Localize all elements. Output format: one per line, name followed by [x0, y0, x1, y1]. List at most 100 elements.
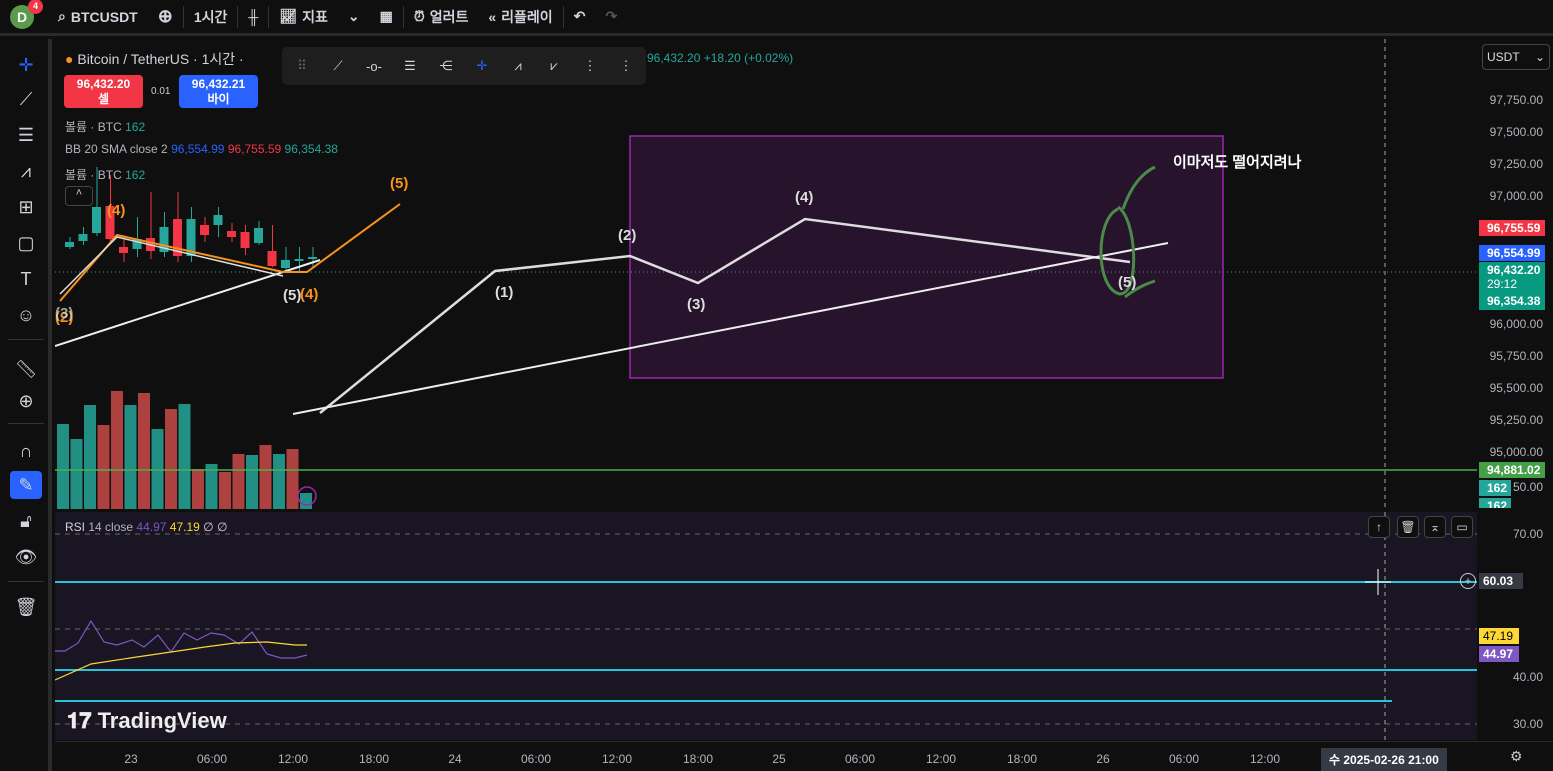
pattern-icon: ⋮ — [583, 58, 597, 73]
drawing-toolbar: ✛ ⟋ ☰ ⩘ ⊞ ▢ T ☺ 📏︎ ⊕ ∩ ✎ 🔓︎ 👁︎ 🗑︎ — [0, 39, 52, 771]
volume-bar — [246, 455, 258, 509]
price-tick: 50.00 — [1512, 480, 1543, 494]
text-tool[interactable]: T — [10, 265, 42, 293]
shapes-tool[interactable]: ▢ — [10, 229, 42, 257]
bb-lower: 96,354.38 — [284, 142, 338, 156]
time-tick: 26 — [1096, 752, 1110, 766]
zoom-tool[interactable]: ⊕ — [10, 387, 42, 415]
time-tick: 18:00 — [358, 752, 390, 766]
float-hline[interactable]: -o- — [362, 53, 386, 79]
sell-button[interactable]: 96,432.20 셀 — [64, 75, 143, 108]
rsi-params: 14 close — [88, 520, 134, 534]
redo-button[interactable]: ↷ — [595, 0, 627, 35]
chart-type-button[interactable]: ╫ — [238, 0, 268, 35]
symbol-search-button[interactable]: ⌕ BTCUSDT — [48, 0, 148, 35]
bitcoin-icon: ● — [65, 51, 74, 67]
candle — [78, 234, 88, 241]
price-axis[interactable]: USDT ⌄ 97,750.00 97,500.00 97,250.00 97,000.… — [1477, 39, 1553, 741]
collapse-legend-button[interactable]: ˄ — [65, 186, 93, 206]
redo-icon: ↷ — [605, 8, 618, 24]
buy-button[interactable]: 96,432.21 바이 — [179, 75, 258, 108]
time-tick: 06:00 — [520, 752, 552, 766]
float-pattern-1[interactable]: ⋮ — [578, 53, 602, 79]
orange-wave-label-5: (5) — [390, 175, 409, 192]
grip-icon: ⠿ — [297, 58, 307, 73]
interval-button[interactable]: 1시간 — [184, 0, 238, 35]
float-elliott-correction[interactable]: ⩗ — [542, 53, 566, 79]
avatar-letter: D — [16, 8, 28, 25]
rsi-pane[interactable]: RSI 14 close 44.97 47.19 ∅ ∅ ↑ 🗑︎ ⌅ ▭ + … — [55, 512, 1477, 740]
trash-icon: 🗑︎ — [1400, 520, 1416, 534]
delete-pane-button[interactable]: 🗑︎ — [1397, 516, 1419, 538]
volume-legend[interactable]: 볼륨 · BTC 162 — [65, 118, 145, 135]
indicators-dropdown[interactable]: ⌄ — [338, 0, 370, 35]
replay-button[interactable]: «리플레이 — [478, 0, 562, 35]
fib-icon: ☰ — [17, 124, 35, 145]
volume-bar — [70, 439, 83, 509]
time-tick: 24 — [448, 752, 462, 766]
measure-tool[interactable]: 📏︎ — [10, 355, 42, 383]
undo-button[interactable]: ↶ — [564, 0, 596, 35]
remove-drawings-button[interactable]: 🗑︎ — [10, 593, 42, 621]
rectangle-icon: ▢ — [17, 232, 35, 253]
bb-legend[interactable]: BB 20 SMA close 2 96,554.99 96,755.59 96… — [65, 142, 338, 156]
collapse-pane-button[interactable]: ⌅ — [1424, 516, 1446, 538]
compare-button[interactable]: ⊕ — [148, 0, 183, 35]
divider — [8, 339, 44, 340]
volume-bar — [219, 472, 231, 509]
indicators-button[interactable]: 📈︎ 지표 — [269, 0, 338, 35]
drag-handle[interactable]: ⠿ — [290, 53, 314, 79]
candle — [200, 225, 209, 235]
float-fib-ext[interactable]: ⋲ — [434, 53, 458, 79]
text-annotation[interactable]: 이마저도 떨어지려나 — [1173, 151, 1301, 172]
settings-gear-icon[interactable]: ⚙ — [1510, 748, 1523, 765]
time-axis[interactable]: 23 06:00 12:00 18:00 24 06:00 12:00 18:00 25 06:0… — [55, 741, 1553, 771]
float-elliott-impulse[interactable]: ⩘ — [506, 53, 530, 79]
volume-bar — [259, 445, 272, 509]
lock-drawing-mode-button[interactable]: ✎ — [10, 471, 42, 499]
rewind-icon: « — [488, 8, 497, 25]
candle — [254, 228, 263, 243]
bb-basis: 96,554.99 — [171, 142, 225, 156]
fib-tool[interactable]: ☰ — [10, 121, 42, 149]
lock-all-button[interactable]: 🔓︎ — [10, 507, 42, 535]
float-trendline[interactable]: ⟋ — [326, 53, 350, 79]
avatar[interactable]: D4 — [10, 0, 43, 29]
bb-lower-tag: 96,354.38 — [1479, 293, 1545, 309]
volume-legend-2[interactable]: 볼륨 · BTC 162 — [65, 166, 145, 183]
trendline-short[interactable] — [55, 259, 321, 347]
elliott-correction-icon: ⩗ — [550, 58, 558, 73]
layouts-button[interactable]: ▦ — [370, 0, 403, 35]
alert-button[interactable]: ⏰︎ 얼러트 — [404, 0, 479, 35]
forecast-tool[interactable]: ⊞ — [10, 193, 42, 221]
move-pane-up-button[interactable]: ↑ — [1368, 516, 1390, 538]
magnet-tool[interactable]: ∩ — [10, 437, 42, 465]
time-tick: 12:00 — [601, 752, 633, 766]
volume-bar — [165, 409, 177, 509]
hide-drawings-button[interactable]: 👁︎ — [10, 543, 42, 571]
trendline-tool[interactable]: ⟋ — [10, 85, 42, 113]
alarm-icon: ⏰︎ — [413, 8, 425, 24]
float-fib[interactable]: ☰ — [398, 53, 422, 79]
price-tick: 97,250.00 — [1489, 157, 1543, 171]
smiley-icon: ☺ — [16, 304, 36, 325]
float-pattern-2[interactable]: ⋮ — [614, 53, 638, 79]
add-alert-icon[interactable]: + — [1460, 573, 1476, 589]
price-tick: 95,000.00 — [1489, 445, 1543, 459]
currency-select[interactable]: USDT ⌄ — [1482, 44, 1550, 70]
time-tick: 12:00 — [277, 752, 309, 766]
zoom-in-icon: ⊕ — [18, 390, 34, 411]
emoji-tool[interactable]: ☺ — [10, 301, 42, 329]
volume-bar — [111, 391, 123, 509]
float-crosshair[interactable]: ✛ — [470, 53, 494, 79]
pattern-tool[interactable]: ⩘ — [10, 157, 42, 185]
interval-label: 1시간 — [193, 8, 228, 25]
rsi-legend[interactable]: RSI 14 close 44.97 47.19 ∅ ∅ — [65, 520, 227, 534]
divider — [8, 581, 44, 582]
fib-extension-icon: ⋲ — [439, 58, 453, 73]
crosshair-tool[interactable]: ✛ — [10, 51, 42, 79]
maximize-pane-button[interactable]: ▭ — [1451, 516, 1473, 538]
rsi-ma-line — [55, 641, 307, 681]
top-toolbar: D4 ⌕ BTCUSDT ⊕ 1시간 ╫ 📈︎ 지표 ⌄ ▦ ⏰︎ 얼러트 «리플레이… — [0, 0, 1553, 36]
main-chart-pane[interactable]: (1) (2) (3) (4) (5) (5) (4) (2) (3) (5) … — [55, 39, 1477, 509]
